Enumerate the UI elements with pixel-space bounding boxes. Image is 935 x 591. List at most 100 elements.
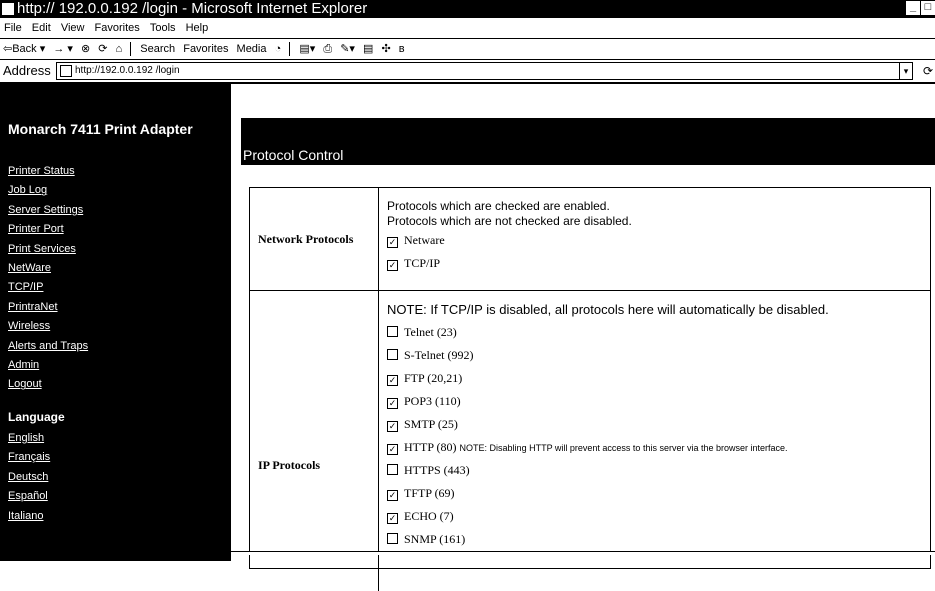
ftp-checkbox[interactable]: ✓	[387, 375, 398, 386]
protocol-option-tcpip[interactable]: ✓ TCP/IP	[387, 252, 929, 275]
minimize-button[interactable]: _	[906, 1, 920, 15]
tftp-checkbox[interactable]: ✓	[387, 490, 398, 501]
sidebar-link-alerts-traps[interactable]: Alerts and Traps	[8, 337, 88, 356]
http-checkbox[interactable]: ✓	[387, 444, 398, 455]
echo-label: ECHO (7)	[404, 509, 454, 523]
echo-checkbox[interactable]: ✓	[387, 513, 398, 524]
sidebar-link-printranet[interactable]: PrintraNet	[8, 298, 88, 317]
history-icon[interactable]: ◔	[275, 43, 282, 55]
sidebar-link-tcpip[interactable]: TCP/IP	[8, 278, 88, 297]
sidebar-link-job-log[interactable]: Job Log	[8, 181, 88, 200]
favorites-button[interactable]: Favorites	[183, 43, 228, 55]
address-input[interactable]: http://192.0.0.192 /login ▾	[56, 62, 913, 80]
menu-favorites[interactable]: Favorites	[95, 22, 140, 34]
tcpip-disabled-note: NOTE: If TCP/IP is disabled, all protoco…	[387, 302, 829, 317]
media-button[interactable]: Media	[237, 43, 267, 55]
back-button[interactable]: ⇦Back ▾	[3, 43, 45, 55]
telnet-label: Telnet (23)	[404, 325, 457, 339]
protocol-option-smtp[interactable]: ✓ SMTP (25)	[387, 413, 929, 436]
forward-button[interactable]: → ▾	[53, 43, 73, 55]
protocol-option-pop3[interactable]: ✓ POP3 (110)	[387, 390, 929, 413]
protocol-option-https[interactable]: HTTPS (443)	[387, 459, 929, 482]
messenger-icon[interactable]: ✣	[381, 43, 390, 55]
language-heading: Language	[8, 410, 65, 424]
ip-protocols-label: IP Protocols	[258, 458, 321, 472]
protocol-option-tftp[interactable]: ✓ TFTP (69)	[387, 482, 929, 505]
language-link-francais[interactable]: Français	[8, 448, 50, 467]
address-url: http://192.0.0.192 /login	[75, 65, 180, 76]
tftp-label: TFTP (69)	[404, 486, 455, 500]
product-name: Monarch 7411 Print Adapter	[8, 121, 193, 137]
smtp-checkbox[interactable]: ✓	[387, 421, 398, 432]
language-link-english[interactable]: English	[8, 429, 50, 448]
toolbar-separator	[289, 42, 291, 57]
home-icon[interactable]: ⌂	[116, 43, 123, 55]
sidebar-link-wireless[interactable]: Wireless	[8, 317, 88, 336]
go-icon[interactable]: ⟳	[923, 60, 933, 82]
pop3-label: POP3 (110)	[404, 394, 461, 408]
network-protocols-cell: Network Protocols	[250, 188, 379, 290]
protocol-table: Network Protocols Protocols which are ch…	[249, 187, 931, 591]
language-link-espanol[interactable]: Español	[8, 487, 50, 506]
sidebar-link-admin[interactable]: Admin	[8, 356, 88, 375]
menu-edit[interactable]: Edit	[32, 22, 51, 34]
discuss-icon[interactable]: ▤	[363, 43, 373, 55]
tcpip-checkbox[interactable]: ✓	[387, 260, 398, 271]
protocol-option-ftp[interactable]: ✓ FTP (20,21)	[387, 367, 929, 390]
network-protocols-options: Protocols which are checked are enabled.…	[387, 199, 929, 275]
address-label: Address	[3, 63, 51, 78]
pop3-checkbox[interactable]: ✓	[387, 398, 398, 409]
telnet-checkbox[interactable]	[387, 326, 398, 337]
snmp-label: SNMP (161)	[404, 532, 466, 546]
refresh-icon[interactable]: ⟳	[98, 43, 107, 55]
tcpip-label: TCP/IP	[404, 256, 441, 270]
protocol-option-http[interactable]: ✓ HTTP (80) NOTE: Disabling HTTP will pre…	[387, 436, 929, 459]
sidebar-link-netware[interactable]: NetWare	[8, 259, 88, 278]
language-link-italiano[interactable]: Italiano	[8, 507, 50, 526]
sidebar-link-logout[interactable]: Logout	[8, 375, 88, 394]
ftp-label: FTP (20,21)	[404, 371, 463, 385]
window-buttons: _ □	[906, 1, 935, 15]
language-link-deutsch[interactable]: Deutsch	[8, 468, 50, 487]
netware-checkbox[interactable]: ✓	[387, 237, 398, 248]
menu-tools[interactable]: Tools	[150, 22, 176, 34]
ie-icon	[2, 3, 14, 15]
protocol-option-telnet[interactable]: Telnet (23)	[387, 321, 929, 344]
search-button[interactable]: Search	[140, 43, 175, 55]
sidebar-link-printer-status[interactable]: Printer Status	[8, 162, 88, 181]
network-protocols-label: Network Protocols	[258, 232, 354, 246]
sidebar-link-printer-port[interactable]: Printer Port	[8, 220, 88, 239]
page-header: Protocol Control	[241, 118, 935, 165]
menu-view[interactable]: View	[61, 22, 85, 34]
page-title: Protocol Control	[243, 147, 344, 163]
ip-protocols-row: IP Protocols NOTE: If TCP/IP is disabled…	[250, 291, 930, 591]
protocol-option-netware[interactable]: ✓ Netware	[387, 229, 929, 252]
https-label: HTTPS (443)	[404, 463, 470, 477]
menu-bar: File Edit View Favorites Tools Help	[0, 18, 935, 39]
enabled-note: Protocols which are checked are enabled.	[387, 199, 610, 213]
https-checkbox[interactable]	[387, 464, 398, 475]
address-dropdown-button[interactable]: ▾	[899, 63, 912, 79]
stelnet-checkbox[interactable]	[387, 349, 398, 360]
sidebar: Monarch 7411 Print Adapter Printer Statu…	[0, 84, 229, 561]
disabled-note: Protocols which are not checked are disa…	[387, 214, 632, 228]
bluetooth-icon[interactable]: ʙ	[399, 43, 405, 55]
protocol-option-snmp[interactable]: SNMP (161)	[387, 528, 929, 551]
edit-icon[interactable]: ✎▾	[340, 43, 355, 55]
stop-icon[interactable]: ⊗	[81, 43, 90, 55]
protocol-option-echo[interactable]: ✓ ECHO (7)	[387, 505, 929, 528]
mail-icon[interactable]: ▤▾	[299, 43, 315, 55]
protocol-option-stelnet[interactable]: S-Telnet (992)	[387, 344, 929, 367]
main-content: Protocol Control Network Protocols Proto…	[231, 84, 935, 591]
menu-help[interactable]: Help	[186, 22, 209, 34]
http-warning-note: NOTE: Disabling HTTP will prevent access…	[459, 443, 788, 453]
toolbar-separator	[130, 42, 132, 57]
toolbar: ⇦Back ▾ → ▾ ⊗ ⟳ ⌂ Search Favorites Media…	[0, 39, 935, 60]
sidebar-link-print-services[interactable]: Print Services	[8, 240, 88, 259]
menu-file[interactable]: File	[4, 22, 22, 34]
sidebar-link-server-settings[interactable]: Server Settings	[8, 201, 88, 220]
snmp-checkbox[interactable]	[387, 533, 398, 544]
print-icon[interactable]: ⎙	[323, 43, 332, 55]
address-bar: Address http://192.0.0.192 /login ▾ ⟳	[0, 60, 935, 84]
maximize-button[interactable]: □	[921, 1, 935, 15]
